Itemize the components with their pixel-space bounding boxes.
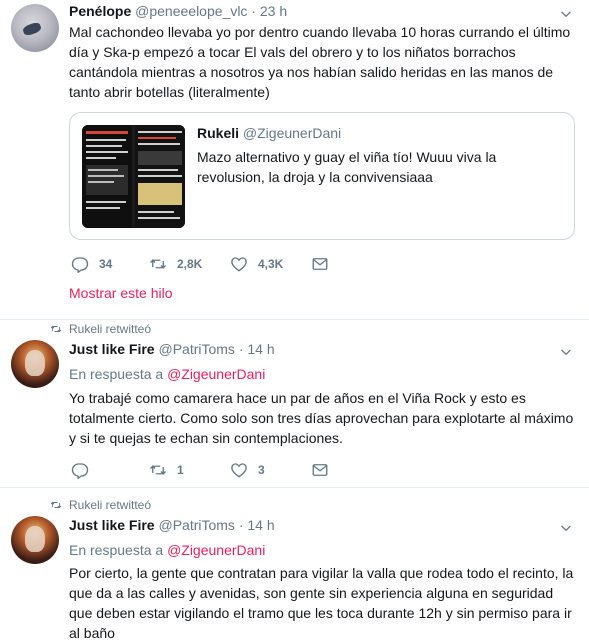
tweet-header: Just like Fire @PatriToms · 14 h [69, 341, 275, 357]
chevron-down-icon[interactable] [559, 345, 573, 359]
tweet-header: Penélope @peneeelope_vlc · 23 h [69, 3, 287, 19]
envelope-icon [311, 255, 329, 273]
timestamp[interactable]: 23 h [260, 3, 287, 19]
direct-message-button[interactable] [311, 460, 339, 480]
avatar[interactable] [11, 516, 59, 564]
like-count: 3 [258, 463, 265, 477]
separator: · [238, 341, 244, 357]
tweet[interactable]: Rukeli retwitteó Just like Fire @PatriTo… [0, 488, 589, 641]
separator: · [238, 517, 244, 533]
reply-button[interactable]: 34 [71, 254, 112, 274]
like-count: 4,3K [258, 257, 284, 271]
retweet-button[interactable]: 1 [149, 460, 184, 480]
reply-prefix: En respuesta a [69, 542, 164, 558]
retweet-context: Rukeli retwitteó [49, 322, 151, 336]
show-thread-link[interactable]: Mostrar este hilo [69, 285, 172, 301]
tweet-actions: 1 3 [69, 460, 349, 480]
reply-handle-link[interactable]: @ZigeunerDani [167, 542, 265, 558]
tweet[interactable]: Penélope @peneeelope_vlc · 23 h Mal cach… [0, 0, 589, 320]
timestamp[interactable]: 14 h [247, 517, 274, 533]
timestamp[interactable]: 14 h [247, 341, 274, 357]
quoted-tweet-header: Rukeli @ZigeunerDani [197, 125, 341, 141]
tweet-text: Por cierto, la gente que contratan para … [69, 565, 574, 641]
display-name[interactable]: Just like Fire [69, 341, 155, 357]
retweet-count: 2,8K [177, 257, 203, 271]
reply-count: 34 [99, 257, 113, 271]
separator: · [251, 3, 256, 19]
retweet-icon [49, 499, 63, 511]
tweet-text: Yo trabajé como camarera hace un par de … [69, 390, 574, 446]
retweet-icon [149, 255, 167, 273]
retweet-icon [49, 323, 63, 335]
chevron-down-icon[interactable] [559, 521, 573, 535]
envelope-icon [311, 461, 329, 479]
avatar[interactable] [11, 340, 59, 388]
quoted-tweet[interactable]: Rukeli @ZigeunerDani Mazo alternativo y … [69, 112, 575, 240]
reply-handle-link[interactable]: @ZigeunerDani [167, 366, 265, 382]
reply-icon [71, 461, 89, 479]
quoted-user-handle[interactable]: @ZigeunerDani [243, 125, 341, 141]
timeline: Penélope @peneeelope_vlc · 23 h Mal cach… [0, 0, 589, 641]
tweet-header: Just like Fire @PatriToms · 14 h [69, 517, 275, 533]
tweet-text: Mal cachondeo llevaba yo por dentro cuan… [69, 24, 571, 100]
like-button[interactable]: 3 [230, 460, 265, 480]
reply-icon [71, 255, 89, 273]
reply-prefix: En respuesta a [69, 366, 164, 382]
user-handle[interactable]: @PatriToms [158, 517, 234, 533]
quoted-display-name[interactable]: Rukeli [197, 125, 239, 141]
tweet-actions: 34 2,8K 4,3K [69, 254, 349, 274]
retweet-button[interactable]: 2,8K [149, 254, 202, 274]
display-name[interactable]: Penélope [69, 3, 131, 19]
chevron-down-icon[interactable] [559, 7, 573, 21]
quoted-tweet-text: Mazo alternativo y guay el viña tío! Wuu… [197, 149, 497, 185]
retweet-icon [149, 461, 167, 479]
reply-button[interactable] [71, 460, 99, 480]
quoted-media-thumbnail[interactable] [82, 125, 185, 228]
heart-icon [230, 255, 248, 273]
retweet-context-label[interactable]: Rukeli retwitteó [69, 322, 151, 336]
avatar[interactable] [11, 4, 59, 52]
tweet[interactable]: Rukeli retwitteó Just like Fire @PatriTo… [0, 320, 589, 488]
heart-icon [230, 461, 248, 479]
user-handle[interactable]: @PatriToms [158, 341, 234, 357]
reply-context: En respuesta a @ZigeunerDani [69, 366, 265, 382]
retweet-count: 1 [177, 463, 184, 477]
retweet-context: Rukeli retwitteó [49, 498, 151, 512]
direct-message-button[interactable] [311, 254, 339, 274]
retweet-context-label[interactable]: Rukeli retwitteó [69, 498, 151, 512]
like-button[interactable]: 4,3K [230, 254, 283, 274]
user-handle[interactable]: @peneeelope_vlc [135, 3, 247, 19]
reply-context: En respuesta a @ZigeunerDani [69, 542, 265, 558]
display-name[interactable]: Just like Fire [69, 517, 155, 533]
